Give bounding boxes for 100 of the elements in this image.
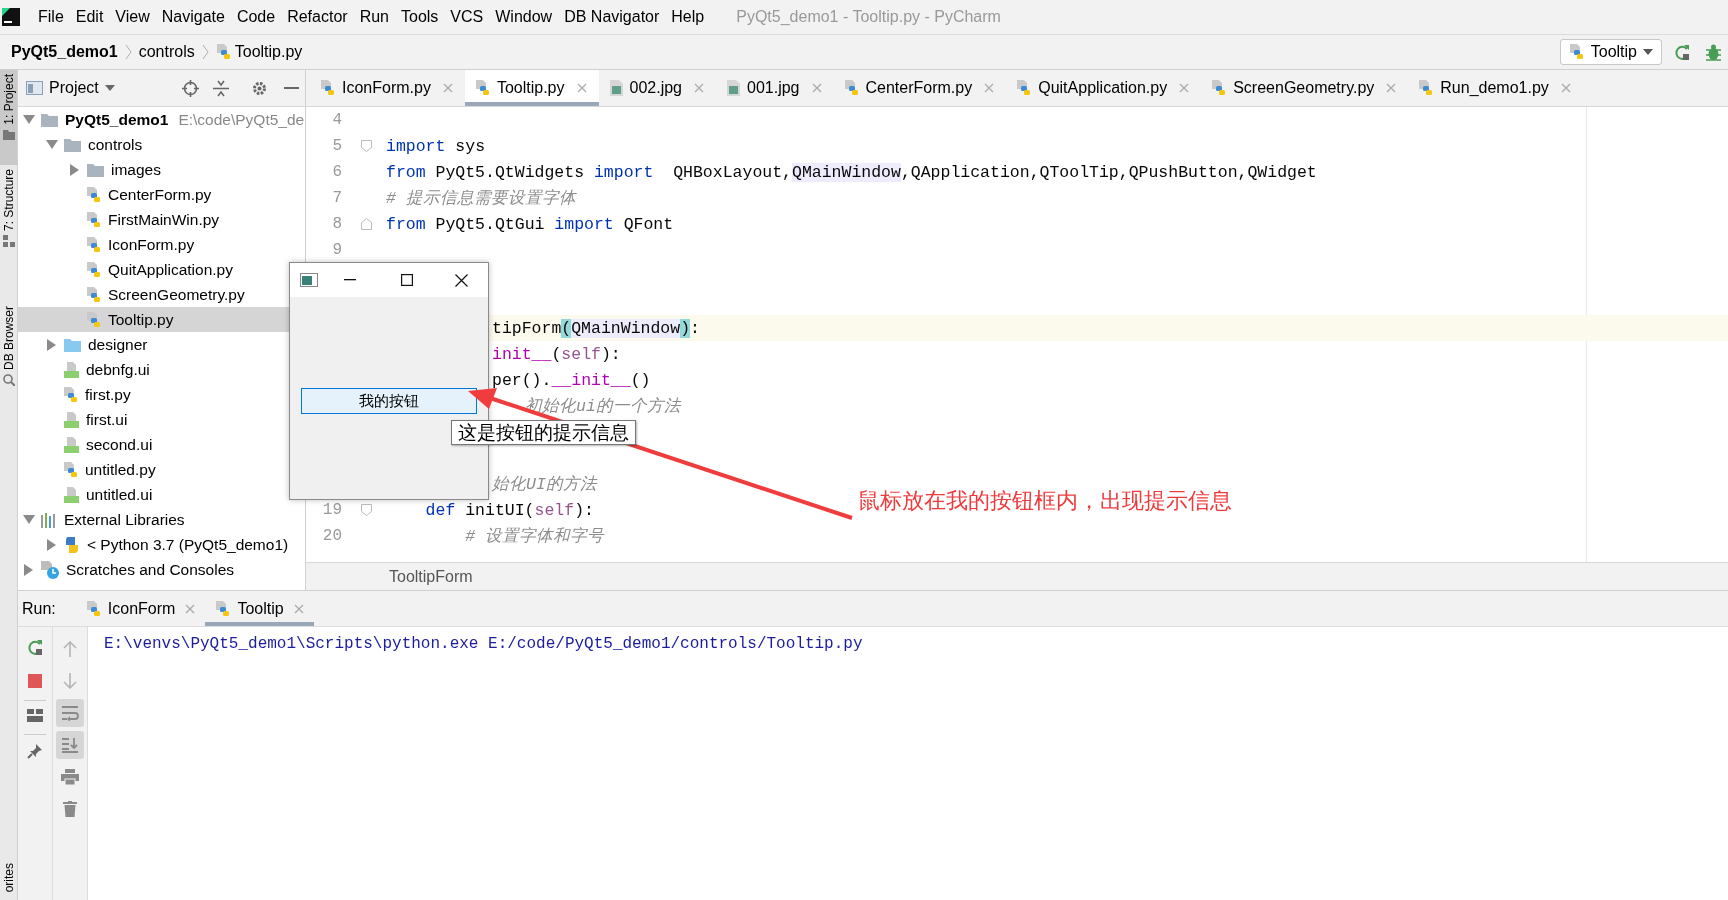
tree-row[interactable]: untitled.py — [18, 457, 305, 482]
tool-window-tab[interactable]: DB Browser — [0, 302, 17, 407]
fold-marker-icon[interactable] — [360, 140, 372, 152]
tab-close-icon[interactable] — [694, 83, 704, 93]
tool-window-tab[interactable]: 7: Structure — [0, 165, 17, 290]
tree-row[interactable]: Scratches and Consoles — [18, 557, 305, 582]
push-button[interactable]: 我的按钮 — [301, 388, 477, 414]
tree-row[interactable]: debnfg.ui — [18, 357, 305, 382]
line-number: 19 — [322, 501, 342, 519]
chevron-icon — [124, 44, 132, 60]
editor-tab[interactable]: Tooltip.py — [464, 70, 599, 106]
menu-item[interactable]: Code — [230, 8, 282, 26]
clock-file-icon — [40, 559, 60, 580]
settings-icon[interactable] — [251, 79, 268, 97]
scroll-to-end-icon[interactable] — [61, 737, 79, 753]
editor-tab[interactable]: 001.jpg — [716, 70, 834, 106]
ui-file-icon — [63, 435, 80, 454]
menu-item[interactable]: Edit — [69, 8, 110, 26]
rerun-icon[interactable] — [1674, 43, 1691, 61]
trash-icon[interactable] — [63, 801, 77, 817]
menu-item[interactable]: Navigate — [155, 8, 231, 26]
menu-item[interactable]: VCS — [444, 8, 490, 26]
menu-item[interactable]: File — [32, 8, 70, 26]
breadcrumb-item[interactable]: PyQt5_demo1 — [4, 43, 125, 61]
tab-close-icon[interactable] — [1386, 83, 1397, 93]
python-file-icon — [86, 185, 102, 204]
editor-tab[interactable]: Run_demo1.py — [1408, 70, 1583, 106]
tree-row[interactable]: second.ui — [18, 432, 305, 457]
run-tab[interactable]: IconForm — [75, 591, 206, 626]
bug-icon[interactable] — [1705, 43, 1722, 61]
menu-item[interactable]: Tools — [395, 8, 445, 26]
code-line: import sys — [386, 136, 486, 156]
tab-close-icon[interactable] — [293, 603, 304, 614]
menu-item[interactable]: Run — [353, 8, 395, 26]
tree-row[interactable]: < Python 3.7 (PyQt5_demo1) — [18, 532, 305, 557]
minimize-icon[interactable] — [284, 86, 299, 90]
tree-row[interactable]: controls — [18, 132, 305, 157]
breadcrumb-item[interactable]: controls — [131, 43, 202, 61]
tab-close-icon[interactable] — [442, 83, 453, 93]
editor-tab[interactable]: ScreenGeometry.py — [1201, 70, 1409, 106]
console-line: E:\venvs\PyQt5_demo1\Scripts\python.exe E:/code/PyQt5_demo1/controls/Tooltip.py — [104, 635, 863, 653]
menu-item[interactable]: Help — [665, 8, 711, 26]
expand-triangle-icon[interactable] — [47, 338, 57, 351]
breadcrumb-item[interactable]: Tooltip.py — [208, 43, 310, 61]
tree-row[interactable]: images — [18, 157, 305, 182]
run-tab[interactable]: Tooltip — [205, 591, 314, 626]
line-number: 5 — [332, 137, 342, 155]
collapse-triangle-icon[interactable] — [46, 139, 58, 150]
tab-close-icon[interactable] — [1179, 83, 1190, 93]
tab-close-icon[interactable] — [1560, 83, 1571, 93]
tree-row[interactable]: IconForm.py — [18, 232, 305, 257]
rerun-icon[interactable] — [26, 639, 44, 656]
expand-triangle-icon[interactable] — [47, 538, 57, 551]
collapse-triangle-icon[interactable] — [23, 114, 35, 125]
tree-row[interactable]: designer — [18, 332, 305, 357]
arrow-up-icon[interactable] — [63, 641, 77, 657]
arrow-down-icon[interactable] — [63, 673, 77, 689]
close-icon[interactable] — [455, 273, 468, 287]
soft-wrap-icon[interactable] — [61, 705, 79, 721]
tab-close-icon[interactable] — [185, 603, 196, 614]
editor-tab[interactable]: IconForm.py — [310, 70, 465, 106]
python-file-icon — [86, 285, 102, 304]
collapse-all-icon[interactable] — [213, 79, 229, 97]
fold-marker-icon[interactable] — [360, 218, 372, 230]
minimize-icon[interactable] — [344, 279, 356, 281]
expand-triangle-icon[interactable] — [24, 563, 34, 576]
tree-row[interactable]: QuitApplication.py — [18, 257, 305, 282]
crosshair-icon[interactable] — [182, 79, 199, 97]
tab-close-icon[interactable] — [811, 83, 822, 93]
maximize-icon[interactable] — [401, 274, 413, 286]
layout-icon[interactable] — [27, 709, 43, 722]
tree-row[interactable]: CenterForm.py — [18, 182, 305, 207]
collapse-triangle-icon[interactable] — [23, 514, 35, 525]
editor-tab[interactable]: QuitApplication.py — [1006, 70, 1202, 106]
code-line: from PyQt5.QtWidgets import QHBoxLayout,QMainWindow,QApplication,QToolTip,QPushButton,QWidget — [386, 162, 1317, 182]
tab-close-icon[interactable] — [984, 83, 995, 93]
menu-item[interactable]: Refactor — [281, 8, 354, 26]
tree-row[interactable]: FirstMainWin.py — [18, 207, 305, 232]
run-config-dropdown[interactable]: Tooltip — [1559, 39, 1662, 65]
editor-tab[interactable]: CenterForm.py — [833, 70, 1007, 106]
tree-row[interactable]: PyQt5_demo1 E:\code\PyQt5_de — [18, 107, 305, 132]
python-file-icon — [474, 79, 491, 97]
tree-row[interactable]: untitled.ui — [18, 482, 305, 507]
menu-item[interactable]: DB Navigator — [558, 8, 666, 26]
printer-icon[interactable] — [61, 769, 79, 785]
breadcrumb-item[interactable]: TooltipForm — [389, 567, 473, 586]
tree-row[interactable]: ScreenGeometry.py — [18, 282, 305, 307]
pin-icon[interactable] — [27, 743, 43, 759]
tool-window-tab[interactable]: 1: Project — [0, 70, 17, 165]
menu-item[interactable]: View — [109, 8, 156, 26]
line-number: 4 — [332, 111, 342, 129]
expand-triangle-icon[interactable] — [70, 163, 80, 176]
menu-item[interactable]: Window — [489, 8, 559, 26]
line-number: 20 — [322, 527, 342, 545]
fold-marker-icon[interactable] — [360, 504, 372, 516]
editor-tab[interactable]: 002.jpg — [598, 70, 716, 106]
tab-close-icon[interactable] — [576, 83, 587, 93]
tree-row[interactable]: External Libraries — [18, 507, 305, 532]
project-view-dropdown[interactable]: Project — [26, 79, 115, 97]
tool-window-tab[interactable]: orites — [0, 858, 17, 900]
